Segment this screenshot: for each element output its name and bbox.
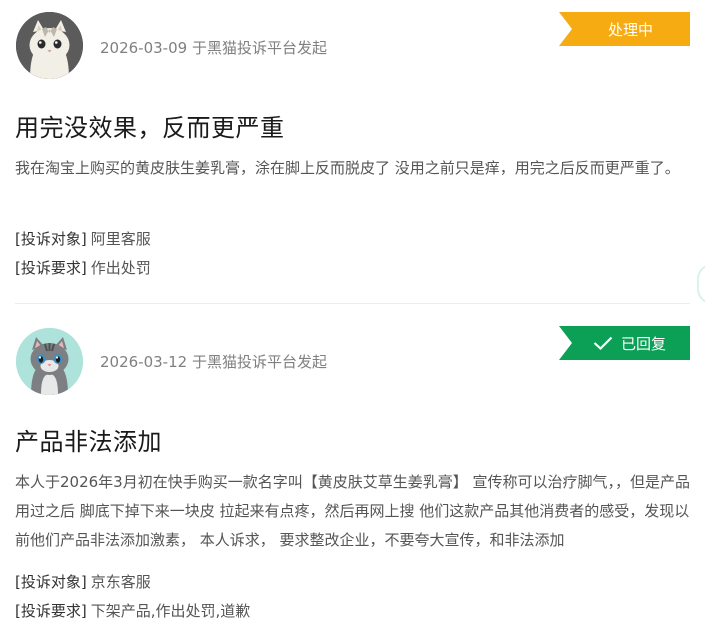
- complaint-demand-label: [投诉要求]: [15, 259, 87, 277]
- complaint-target-value: 阿里客服: [90, 230, 151, 248]
- complaint-title[interactable]: 产品非法添加: [15, 422, 162, 457]
- complaint-demand: [投诉要求] 下架产品,作出处罚,道歉: [15, 600, 250, 621]
- status-badge: 已回复: [559, 326, 690, 360]
- complaint-demand: [投诉要求] 作出处罚: [15, 257, 151, 278]
- complaint-demand-value: 作出处罚: [90, 259, 151, 277]
- complaint-target-value: 京东客服: [90, 573, 151, 591]
- complaint-demand-label: [投诉要求]: [15, 602, 87, 620]
- complaint-card[interactable]: 2026-03-09 于黑猫投诉平台发起 处理中 用完没效果，反而更严重 我在淘…: [0, 0, 705, 304]
- complaint-date-source: 2026-03-09 于黑猫投诉平台发起: [100, 39, 327, 57]
- complaint-target: [投诉对象] 阿里客服: [15, 228, 151, 249]
- complaint-title[interactable]: 用完没效果，反而更严重: [15, 108, 285, 143]
- status-badge: 处理中: [559, 12, 690, 46]
- complaint-date-source: 2026-03-12 于黑猫投诉平台发起: [100, 353, 327, 371]
- complaint-description[interactable]: 本人于2026年3月初在快手购买一款名字叫【黄皮肤艾草生姜乳膏】 宣传称可以治疗…: [15, 468, 695, 555]
- complaint-target-label: [投诉对象]: [15, 573, 87, 591]
- checkmark-icon: [593, 336, 613, 350]
- complaint-target: [投诉对象] 京东客服: [15, 571, 151, 592]
- status-label: 处理中: [607, 20, 653, 39]
- gray-cat-avatar-icon[interactable]: [16, 12, 83, 79]
- complaint-target-label: [投诉对象]: [15, 230, 87, 248]
- complaint-card[interactable]: 2026-03-12 于黑猫投诉平台发起 已回复 产品非法添加 本人于2026年…: [0, 304, 705, 630]
- complaint-description[interactable]: 我在淘宝上购买的黄皮肤生姜乳膏，涂在脚上反而脱皮了 没用之前只是痒，用完之后反而…: [15, 154, 695, 183]
- status-label: 已回复: [620, 334, 666, 353]
- complaint-demand-value: 下架产品,作出处罚,道歉: [90, 602, 251, 620]
- gray-tabby-cat-avatar-icon[interactable]: [16, 328, 83, 395]
